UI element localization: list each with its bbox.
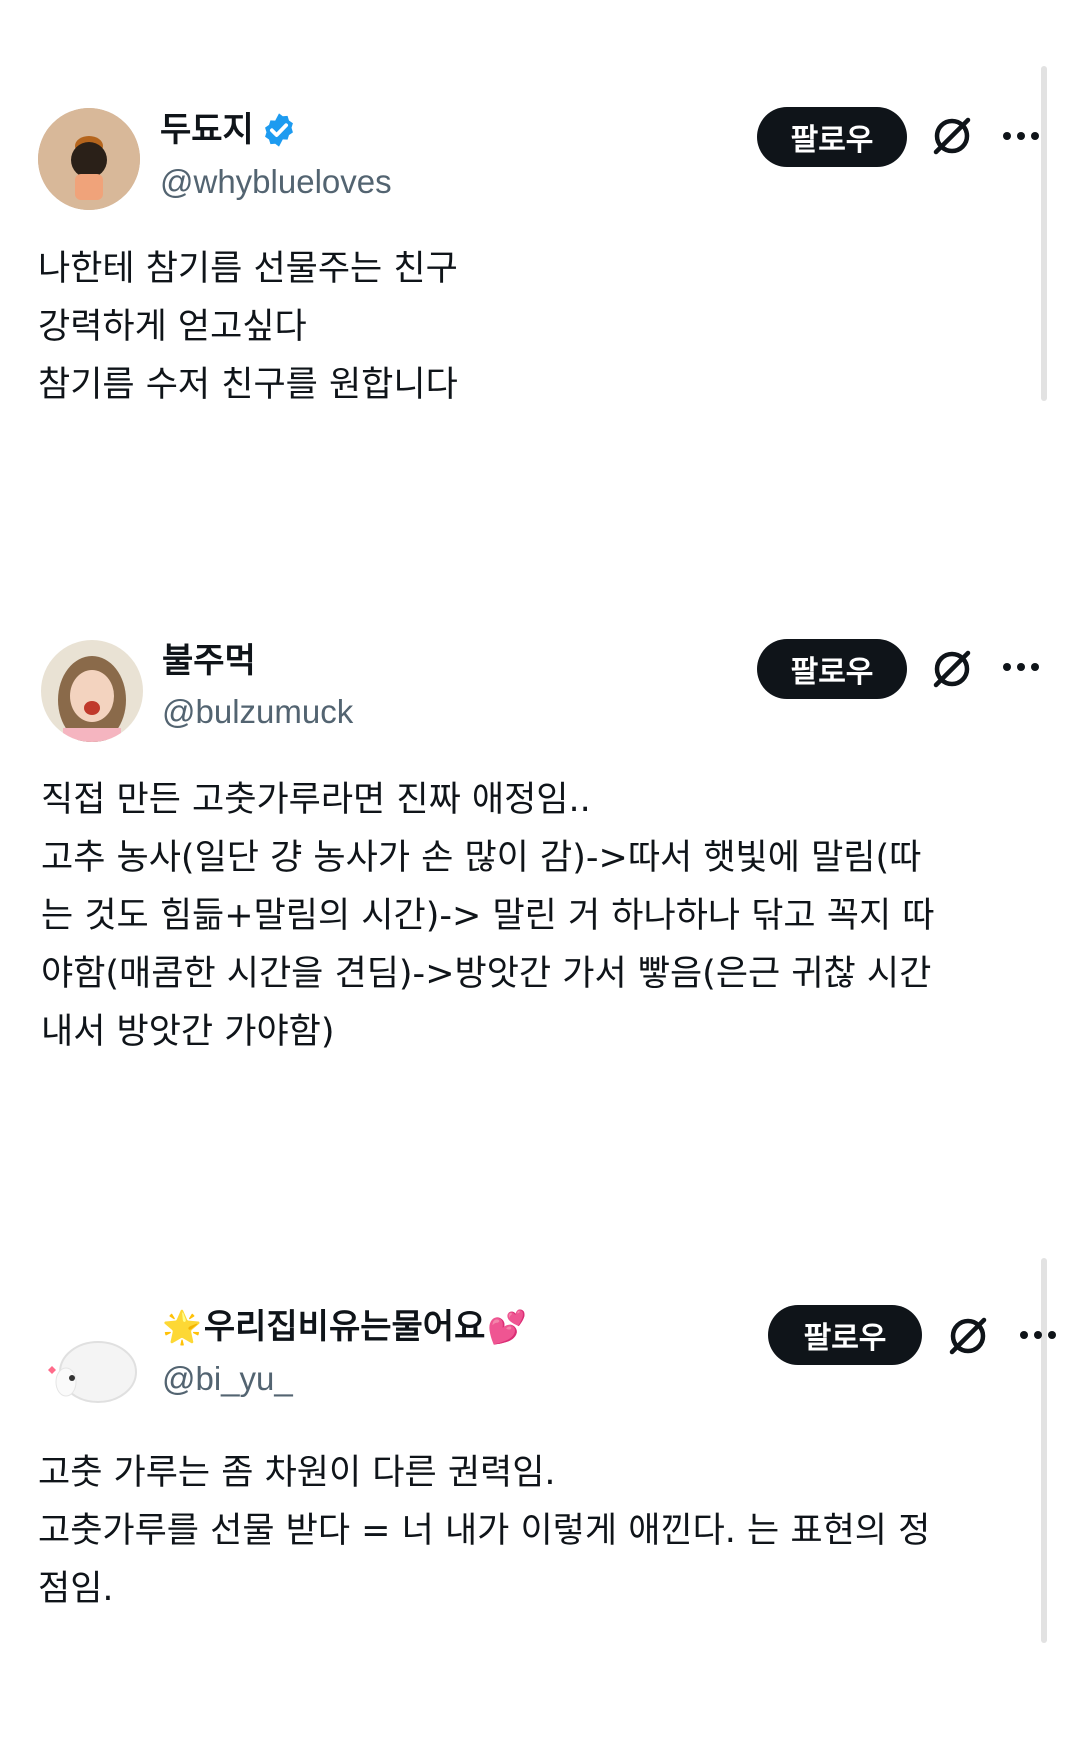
tweet-line: 고춧가루를 선물 받다 = 너 내가 이렇게 애낀다. 는 표현의 정 [38,1511,931,1551]
grok-icon[interactable] [928,112,976,160]
handle[interactable]: @bi_yu_ [162,1359,293,1399]
tweet-line: 고춧 가루는 좀 차원이 다른 권력임. [38,1453,556,1493]
grok-icon[interactable] [928,645,976,693]
avatar[interactable] [38,108,140,210]
tweet-text: 고춧 가루는 좀 차원이 다른 권력임. 고춧가루를 선물 받다 = 너 내가 … [38,1444,930,1618]
display-name[interactable]: 두됴지 [160,110,298,150]
display-name[interactable]: 🌟 우리집비유는물어요 💕 [162,1307,527,1347]
follow-button[interactable]: 팔로우 [757,639,907,699]
tweet-line: 직접 만든 고춧가루라면 진짜 애정임.. [41,780,591,820]
avatar[interactable] [38,1322,140,1424]
tweet-line: 참기름 수저 친구를 원합니다 [38,365,458,405]
suffix-emoji: 💕 [487,1308,528,1346]
scrollbar-bottom[interactable] [1041,1258,1047,1643]
scrollbar-top[interactable] [1041,66,1047,401]
display-name-text: 두됴지 [160,110,254,150]
tweet-text: 직접 만든 고춧가루라면 진짜 애정임.. 고추 농사(일단 걍 농사가 손 많… [41,771,934,1061]
display-name-text: 불주먹 [162,641,256,681]
prefix-emoji: 🌟 [162,1308,202,1346]
handle[interactable]: @bulzumuck [162,692,353,732]
tweet-line: 나한테 참기름 선물주는 친구 [38,249,458,289]
tweet-line: 강력하게 얻고싶다 [38,307,307,347]
display-name-text: 우리집비유는물어요 [203,1307,486,1347]
tweet-line: 점임. [38,1569,114,1609]
grok-icon[interactable] [944,1312,992,1360]
more-horizontal-icon[interactable] [1001,130,1041,142]
tweet-line: 고추 농사(일단 걍 농사가 손 많이 감)->따서 햇빛에 말림(따 [41,838,922,878]
tweet-line: 내서 방앗간 가야함) [41,1012,335,1052]
follow-button[interactable]: 팔로우 [757,107,907,167]
tweet-line: 야함(매콤한 시간을 견딤)->방앗간 가서 빻음(은근 귀찮 시간 [41,954,932,994]
avatar[interactable] [41,640,143,742]
handle[interactable]: @whyblueloves [160,162,392,202]
verified-badge-icon [264,113,293,147]
more-horizontal-icon[interactable] [1018,1329,1058,1341]
display-name[interactable]: 불주먹 [162,641,256,681]
more-horizontal-icon[interactable] [1001,661,1041,673]
tweet-line: 는 것도 힘듦+말림의 시간)-> 말린 거 하나하나 닦고 꼭지 따 [41,896,935,936]
follow-button[interactable]: 팔로우 [768,1305,922,1365]
tweet-text: 나한테 참기름 선물주는 친구 강력하게 얻고싶다 참기름 수저 친구를 원합니… [38,240,458,414]
